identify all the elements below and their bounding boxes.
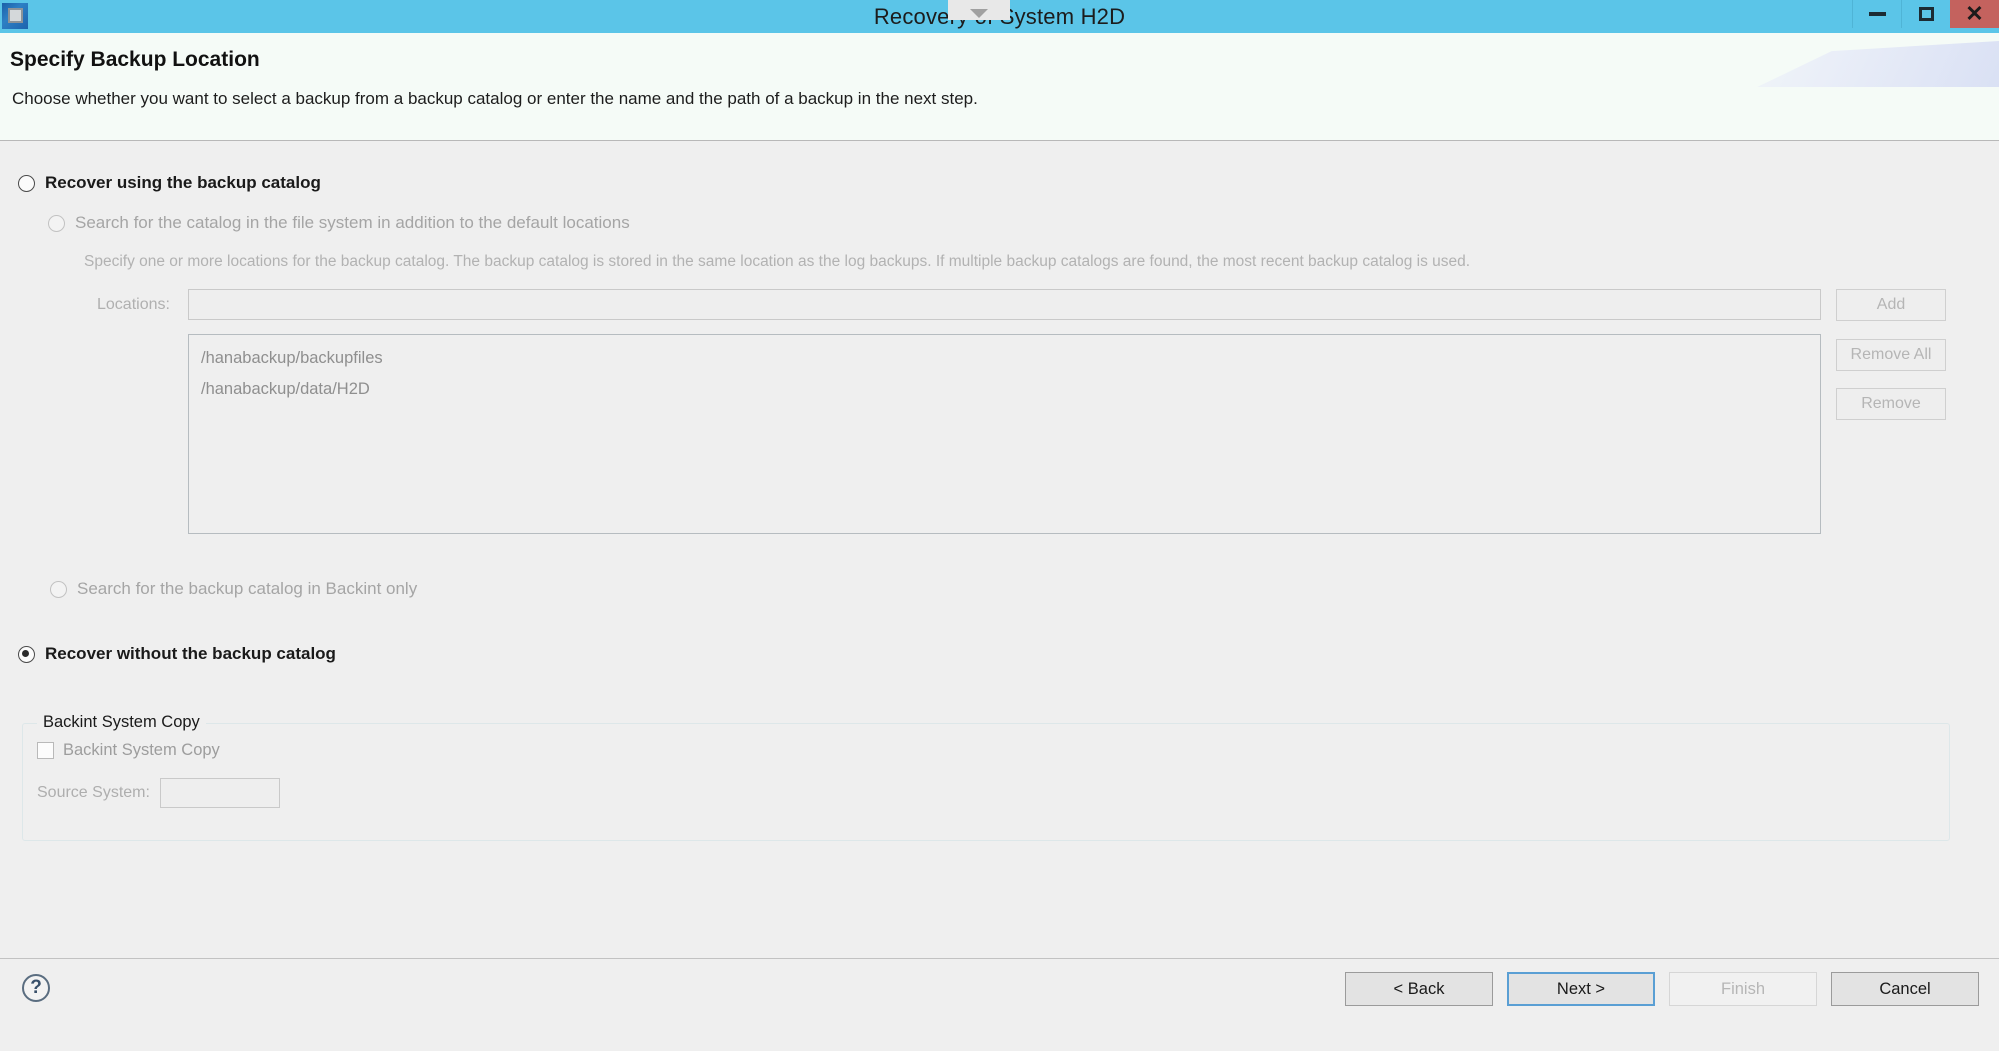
- backint-group-title: Backint System Copy: [37, 713, 206, 732]
- source-system-row: Source System:: [37, 778, 280, 808]
- locations-listbox[interactable]: /hanabackup/backupfiles /hanabackup/data…: [188, 334, 1821, 534]
- chevron-down-icon: [970, 9, 988, 18]
- radio-search-backint-only-label: Search for the backup catalog in Backint…: [77, 579, 418, 598]
- remove-all-locations-button[interactable]: Remove All: [1836, 339, 1946, 371]
- recovery-wizard-window: Recovery of System H2D ✕ Specify Backup …: [0, 0, 1999, 1051]
- catalog-hint-text: Specify one or more locations for the ba…: [84, 253, 1471, 270]
- radio-recover-without-catalog-label: Recover without the backup catalog: [45, 644, 336, 663]
- maximize-button[interactable]: [1901, 0, 1950, 28]
- backint-system-copy-group: Backint System Copy Backint System Copy …: [22, 713, 1950, 841]
- cancel-button[interactable]: Cancel: [1831, 972, 1979, 1006]
- remove-location-button[interactable]: Remove: [1836, 388, 1946, 420]
- locations-label: Locations:: [97, 296, 170, 313]
- add-location-button[interactable]: Add: [1836, 289, 1946, 321]
- help-icon[interactable]: ?: [22, 974, 50, 1002]
- title-dropdown-overlay[interactable]: [948, 0, 1010, 20]
- radio-search-backint-only-mark: [50, 581, 67, 598]
- window-controls: ✕: [1852, 0, 1999, 28]
- minimize-button[interactable]: [1852, 0, 1901, 28]
- title-bar: Recovery of System H2D ✕: [0, 0, 1999, 33]
- close-button[interactable]: ✕: [1950, 0, 1999, 28]
- radio-recover-without-catalog-mark: [18, 646, 35, 663]
- back-button[interactable]: < Back: [1345, 972, 1493, 1006]
- radio-recover-using-catalog[interactable]: Recover using the backup catalog: [18, 173, 321, 193]
- close-icon: ✕: [1965, 1, 1984, 26]
- source-system-label: Source System:: [37, 784, 150, 801]
- locations-input[interactable]: [188, 289, 1821, 320]
- minimize-icon: [1868, 12, 1886, 16]
- wizard-body: Recover using the backup catalog Search …: [0, 141, 1999, 958]
- radio-search-file-system-mark: [48, 215, 65, 232]
- wizard-footer: ? < Back Next > Finish Cancel: [0, 958, 1999, 1051]
- header-decoration: [1757, 41, 1999, 87]
- maximize-icon: [1918, 7, 1934, 21]
- wizard-header: Specify Backup Location Choose whether y…: [0, 33, 1999, 141]
- finish-button[interactable]: Finish: [1669, 972, 1817, 1006]
- source-system-input[interactable]: [159, 778, 280, 808]
- checkbox-mark-icon: [37, 742, 54, 759]
- page-title: Specify Backup Location: [10, 48, 260, 71]
- radio-search-backint-only[interactable]: Search for the backup catalog in Backint…: [50, 579, 417, 599]
- radio-recover-without-catalog[interactable]: Recover without the backup catalog: [18, 644, 336, 664]
- radio-search-file-system-label: Search for the catalog in the file syste…: [75, 213, 630, 232]
- radio-recover-using-catalog-label: Recover using the backup catalog: [45, 173, 321, 192]
- list-item[interactable]: /hanabackup/data/H2D: [201, 374, 1820, 405]
- footer-button-group: < Back Next > Finish Cancel: [1345, 972, 1979, 1006]
- radio-recover-using-catalog-mark: [18, 175, 35, 192]
- page-description: Choose whether you want to select a back…: [12, 89, 978, 108]
- list-item[interactable]: /hanabackup/backupfiles: [201, 343, 1820, 374]
- backint-system-copy-checkbox-label: Backint System Copy: [63, 741, 220, 759]
- next-button[interactable]: Next >: [1507, 972, 1655, 1006]
- backint-system-copy-checkbox[interactable]: Backint System Copy: [37, 741, 220, 760]
- radio-search-file-system[interactable]: Search for the catalog in the file syste…: [48, 213, 630, 233]
